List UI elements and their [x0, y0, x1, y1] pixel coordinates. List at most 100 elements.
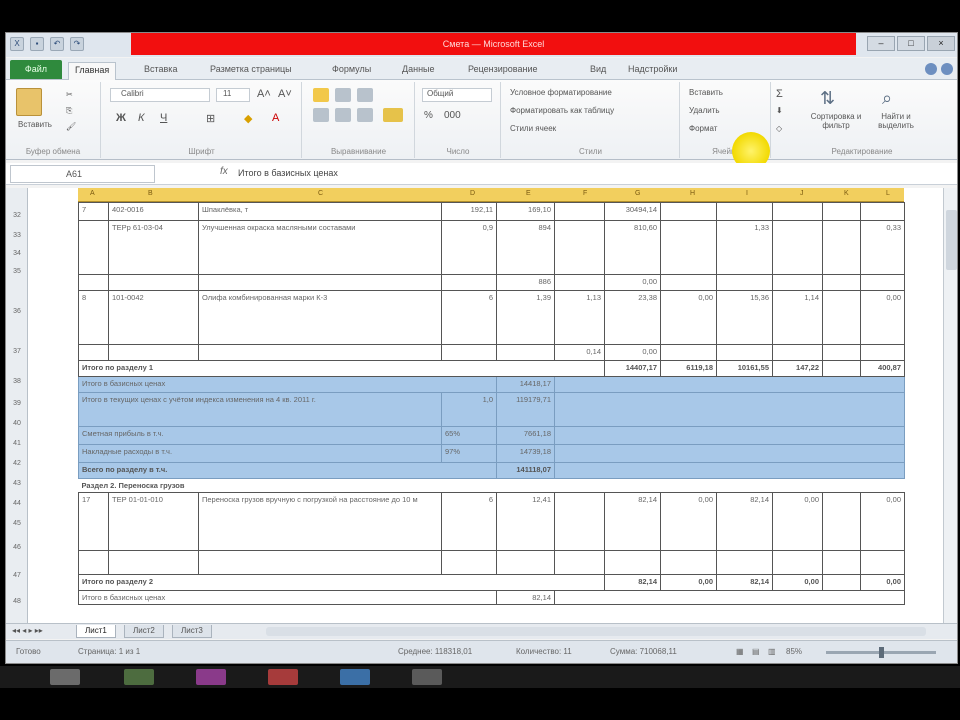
- cell[interactable]: [554, 426, 905, 445]
- cell[interactable]: [716, 274, 773, 291]
- table-row[interactable]: Итого в базисных ценах 14418,17: [78, 376, 905, 393]
- bold-icon[interactable]: Ж: [116, 112, 126, 124]
- table-row[interactable]: 886 0,00: [78, 274, 905, 291]
- cell[interactable]: [822, 220, 861, 275]
- formula-input[interactable]: Итого в базисных ценах: [238, 168, 338, 178]
- cell[interactable]: [772, 274, 823, 291]
- taskbar-item[interactable]: [124, 669, 154, 685]
- tab-view[interactable]: Вид: [584, 62, 612, 80]
- cell[interactable]: Улучшенная окраска масляными составами: [198, 220, 442, 275]
- tab-page-layout[interactable]: Разметка страницы: [204, 62, 298, 80]
- tab-addins[interactable]: Надстройки: [622, 62, 683, 80]
- column-header[interactable]: A: [90, 190, 95, 197]
- cell[interactable]: [716, 550, 773, 575]
- taskbar-item[interactable]: [412, 669, 442, 685]
- cell[interactable]: Итого по разделу 1: [78, 360, 605, 377]
- cell[interactable]: 1,13: [554, 290, 605, 345]
- cell[interactable]: 192,11: [441, 202, 497, 221]
- cell[interactable]: 14739,18: [496, 444, 555, 463]
- column-header[interactable]: D: [470, 190, 475, 197]
- cell[interactable]: [108, 344, 199, 361]
- row-number[interactable]: 35: [6, 268, 28, 275]
- cell[interactable]: 141118,07: [496, 462, 555, 479]
- cell[interactable]: [716, 202, 773, 221]
- tab-data[interactable]: Данные: [396, 62, 441, 80]
- cell[interactable]: ТЕР 01-01-010: [108, 492, 199, 551]
- cell[interactable]: 65%: [441, 426, 497, 445]
- taskbar-item[interactable]: [196, 669, 226, 685]
- cell[interactable]: 6: [441, 290, 497, 345]
- cell[interactable]: [660, 344, 717, 361]
- cell[interactable]: 30494,14: [604, 202, 661, 221]
- function-icon[interactable]: fx: [220, 166, 228, 177]
- view-pagebreak-icon[interactable]: ▥: [768, 647, 776, 656]
- cell[interactable]: [198, 550, 442, 575]
- view-layout-icon[interactable]: ▤: [752, 647, 760, 656]
- row-number[interactable]: 46: [6, 544, 28, 551]
- cell[interactable]: [860, 274, 905, 291]
- view-normal-icon[interactable]: ▦: [736, 647, 744, 656]
- worksheet[interactable]: 32 33 34 35 36 37 38 39 40 41 42 43 44 4…: [6, 188, 957, 623]
- cell[interactable]: 894: [496, 220, 555, 275]
- cell[interactable]: 7661,18: [496, 426, 555, 445]
- fill-icon[interactable]: ⬇: [776, 106, 783, 115]
- cell[interactable]: [660, 274, 717, 291]
- cell[interactable]: Олифа комбинированная марки К-3: [198, 290, 442, 345]
- cell[interactable]: Переноска грузов вручную с погрузкой на …: [198, 492, 442, 551]
- cell[interactable]: [441, 344, 497, 361]
- cell[interactable]: [860, 202, 905, 221]
- conditional-format-button[interactable]: Условное форматирование: [510, 88, 612, 97]
- cell[interactable]: 6: [441, 492, 497, 551]
- cell[interactable]: [822, 574, 861, 591]
- cell[interactable]: 0,00: [772, 492, 823, 551]
- cell[interactable]: [78, 550, 109, 575]
- cell[interactable]: [716, 344, 773, 361]
- cell[interactable]: 1,33: [716, 220, 773, 275]
- vertical-scrollbar[interactable]: [943, 188, 957, 623]
- insert-cells-button[interactable]: Вставить: [689, 88, 723, 97]
- cell[interactable]: 17: [78, 492, 109, 551]
- row-number[interactable]: 39: [6, 400, 28, 407]
- align-bottom-icon[interactable]: [357, 88, 373, 102]
- column-header[interactable]: B: [148, 190, 153, 197]
- cell[interactable]: 119179,71: [496, 392, 555, 427]
- row-number[interactable]: 48: [6, 598, 28, 605]
- grow-font-icon[interactable]: A˄: [257, 88, 271, 100]
- horizontal-scrollbar[interactable]: [266, 627, 926, 636]
- column-header[interactable]: C: [318, 190, 323, 197]
- cell[interactable]: [554, 462, 905, 479]
- minimize-icon[interactable]: –: [867, 36, 895, 51]
- cell[interactable]: 82,14: [716, 492, 773, 551]
- cell[interactable]: 0,00: [604, 344, 661, 361]
- row-number[interactable]: 33: [6, 232, 28, 239]
- underline-icon[interactable]: Ч: [160, 112, 167, 124]
- table-row[interactable]: Сметная прибыль в т.ч. 65% 7661,18: [78, 426, 905, 445]
- autosum-icon[interactable]: Σ: [776, 88, 783, 100]
- sort-filter-button[interactable]: Сортировка и фильтр: [808, 112, 864, 130]
- cell[interactable]: [554, 492, 605, 551]
- cell[interactable]: [772, 220, 823, 275]
- cell[interactable]: [860, 550, 905, 575]
- align-left-icon[interactable]: [313, 108, 329, 122]
- sheet-tab[interactable]: Лист2: [124, 625, 164, 638]
- delete-cells-button[interactable]: Удалить: [689, 106, 720, 115]
- merge-cells-icon[interactable]: [383, 108, 403, 122]
- row-number[interactable]: 45: [6, 520, 28, 527]
- undo-icon[interactable]: ↶: [50, 37, 64, 51]
- borders-icon[interactable]: ⊞: [206, 112, 215, 125]
- section-header[interactable]: Раздел 2. Переноска грузов: [78, 478, 905, 493]
- cell[interactable]: 1,0: [441, 392, 497, 427]
- cell[interactable]: Шпаклёвка, т: [198, 202, 442, 221]
- paste-icon[interactable]: [16, 88, 42, 116]
- cell[interactable]: 0,00: [660, 574, 717, 591]
- cell[interactable]: [554, 392, 905, 427]
- font-size-select[interactable]: 11: [216, 88, 250, 102]
- percent-icon[interactable]: %: [424, 110, 433, 121]
- cell[interactable]: [198, 274, 442, 291]
- cell[interactable]: [554, 274, 605, 291]
- cell[interactable]: [554, 220, 605, 275]
- cell[interactable]: 82,14: [604, 492, 661, 551]
- row-number[interactable]: 40: [6, 420, 28, 427]
- cell[interactable]: 169,10: [496, 202, 555, 221]
- cell[interactable]: [822, 274, 861, 291]
